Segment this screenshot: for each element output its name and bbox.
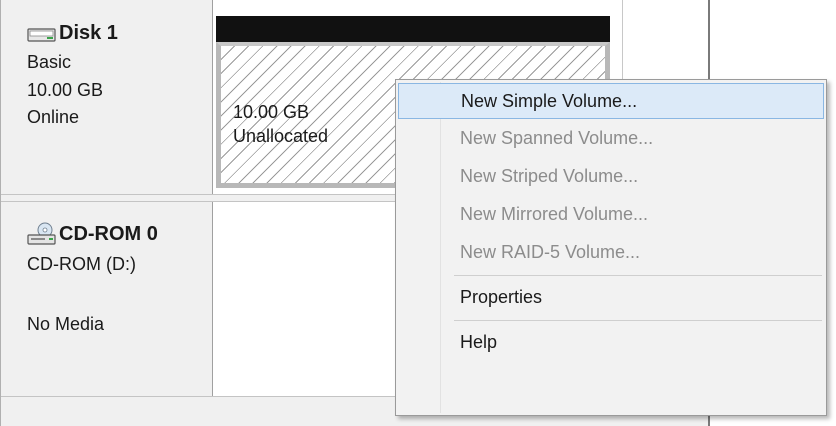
disk-drive-icon	[27, 24, 57, 44]
cd-rom-title: CD-ROM 0	[59, 222, 158, 245]
menu-item-new-raid5-volume[interactable]: New RAID-5 Volume...	[398, 235, 824, 271]
disk-1-info[interactable]: Disk 1 Basic 10.00 GB Online	[1, 0, 211, 194]
menu-item-label: New Striped Volume...	[460, 166, 639, 186]
menu-item-new-simple-volume[interactable]: New Simple Volume...	[398, 83, 824, 119]
menu-item-properties[interactable]: Properties	[398, 280, 824, 316]
cd-rom-title-row: CD-ROM 0	[27, 222, 158, 246]
context-menu: New Simple Volume... New Spanned Volume.…	[395, 79, 827, 416]
partition-state: Unallocated	[233, 126, 329, 146]
disk-1-title-row: Disk 1	[27, 22, 118, 45]
partition-size: 10.00 GB	[233, 102, 310, 122]
menu-separator	[454, 320, 822, 321]
menu-item-label: New Simple Volume...	[461, 91, 638, 111]
disk-1-type: Basic	[27, 52, 72, 72]
partition-header-bar	[216, 16, 610, 42]
menu-item-new-striped-volume[interactable]: New Striped Volume...	[398, 159, 824, 195]
menu-item-label: New RAID-5 Volume...	[460, 242, 641, 262]
menu-item-help[interactable]: Help	[398, 325, 824, 361]
menu-item-label: Help	[460, 332, 498, 352]
cd-rom-drive: CD-ROM (D:)	[27, 254, 136, 274]
menu-item-label: New Mirrored Volume...	[460, 204, 649, 224]
disk-1-info-separator	[212, 0, 213, 194]
disk-1-size: 10.00 GB	[27, 80, 104, 100]
cd-rom-info-separator	[212, 202, 213, 396]
cd-rom-info[interactable]: CD-ROM 0 CD-ROM (D:) No Media	[1, 202, 211, 396]
disk-1-status: Online	[27, 107, 80, 127]
cd-rom-status: No Media	[27, 314, 105, 334]
disk-1-title: Disk 1	[59, 22, 118, 44]
menu-item-label: Properties	[460, 287, 543, 307]
cd-rom-icon	[27, 222, 57, 246]
menu-item-new-spanned-volume[interactable]: New Spanned Volume...	[398, 121, 824, 157]
menu-item-label: New Spanned Volume...	[460, 128, 654, 148]
menu-item-new-mirrored-volume[interactable]: New Mirrored Volume...	[398, 197, 824, 233]
menu-separator	[454, 275, 822, 276]
